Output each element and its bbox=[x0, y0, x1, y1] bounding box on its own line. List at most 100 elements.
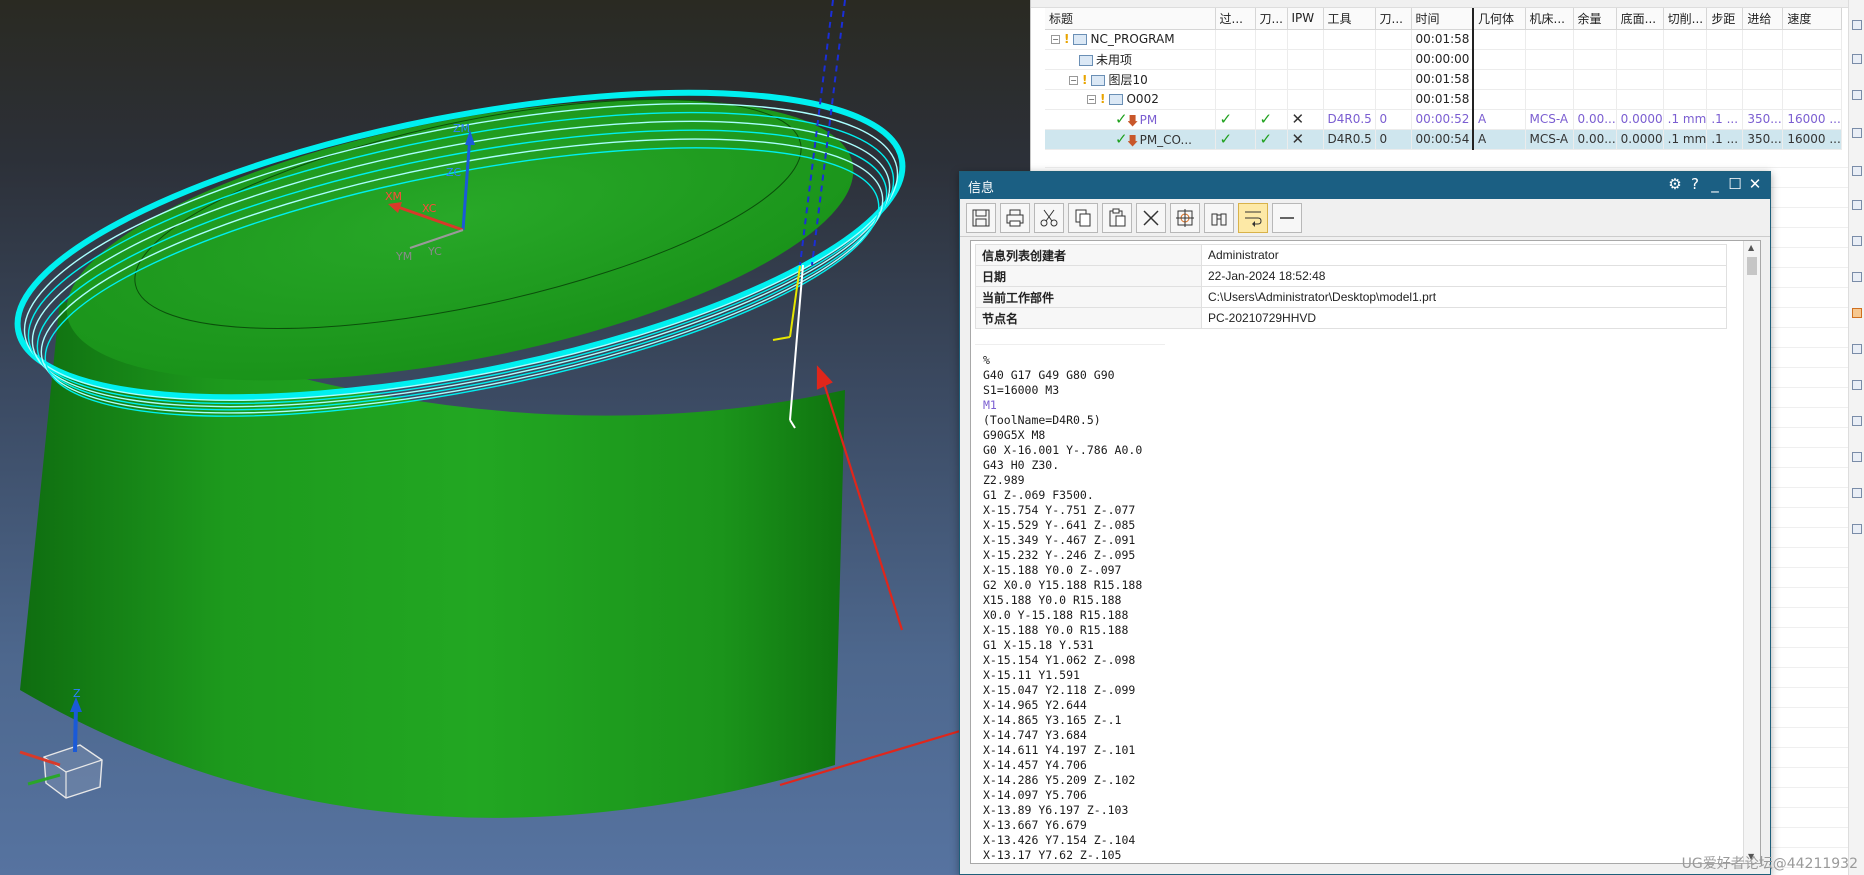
gcode-line: X0.0 Y-15.188 R15.188 bbox=[983, 608, 1129, 622]
row-feed: 350... bbox=[1742, 109, 1784, 130]
col-header-speed[interactable]: 速度 bbox=[1782, 8, 1842, 30]
close-button[interactable]: ✕ bbox=[1746, 175, 1764, 193]
vertical-scrollbar[interactable]: ▲ ▼ bbox=[1743, 241, 1760, 863]
row-name: NC_PROGRAM bbox=[1090, 32, 1175, 46]
row-title: −! 图层10 bbox=[1045, 69, 1216, 90]
graphics-viewport[interactable]: ZM ZC XM XC YM YC Z bbox=[0, 0, 1030, 875]
ops-icon[interactable] bbox=[1852, 524, 1862, 534]
row-step: .1 ... bbox=[1706, 109, 1744, 130]
col-header-stock[interactable]: 余量 bbox=[1573, 8, 1617, 30]
window-titlebar[interactable]: 信息 ⚙ ? _ ☐ ✕ bbox=[960, 172, 1770, 199]
row-time: 00:00:52 bbox=[1411, 109, 1474, 130]
col-header-path[interactable]: 过... bbox=[1215, 8, 1256, 30]
part-navigator-icon[interactable] bbox=[1852, 54, 1862, 64]
minimize-button[interactable]: _ bbox=[1706, 175, 1724, 193]
gcode-line: X-14.286 Y5.209 Z-.102 bbox=[983, 773, 1136, 787]
web-browser-icon[interactable] bbox=[1852, 236, 1862, 246]
col-header-ipw[interactable]: IPW bbox=[1287, 8, 1324, 30]
row-name: PM bbox=[1139, 113, 1158, 127]
assembly-icon[interactable] bbox=[1852, 90, 1862, 100]
gcode-line: X-14.457 Y4.706 bbox=[983, 758, 1087, 772]
window-title: 信息 bbox=[968, 181, 995, 196]
row-time: 00:01:58 bbox=[1411, 29, 1474, 50]
col-header-tool[interactable]: 工具 bbox=[1323, 8, 1376, 30]
info-value: PC-20210729HHVD bbox=[1201, 307, 1727, 329]
path-ok-icon: ✓ bbox=[1219, 130, 1233, 148]
row-stock: 0.00... bbox=[1573, 129, 1617, 150]
scroll-up-icon[interactable]: ▲ bbox=[1748, 243, 1754, 252]
col-header-title[interactable]: 标题 bbox=[1045, 8, 1216, 30]
col-header-feed[interactable]: 进给 bbox=[1742, 8, 1784, 30]
axis-label-yc: YC bbox=[427, 245, 442, 258]
clock-icon[interactable] bbox=[1852, 452, 1862, 462]
machine-tool-icon[interactable] bbox=[1852, 308, 1862, 318]
axis-label-zm: ZM bbox=[453, 122, 470, 135]
col-header-geometry[interactable]: 几何体 bbox=[1473, 8, 1526, 30]
history-icon[interactable] bbox=[1852, 272, 1862, 282]
collapse-icon[interactable]: − bbox=[1087, 95, 1096, 104]
col-header-stepover[interactable]: 步距 bbox=[1706, 8, 1744, 30]
row-floor: 0.0000 bbox=[1616, 109, 1664, 130]
col-header-floor[interactable]: 底面... bbox=[1616, 8, 1664, 30]
gcode-line: X-14.097 Y5.706 bbox=[983, 788, 1087, 802]
table-row-selected[interactable]: ✓ PM_CO... ✓ ✓ ✕ D4R0.5 0 00:00:54 A MCS-… bbox=[1045, 129, 1842, 150]
table-row[interactable]: 未用项 00:00:00 bbox=[1045, 49, 1842, 70]
collapse-icon[interactable]: − bbox=[1069, 75, 1078, 85]
scrollbar-thumb[interactable] bbox=[1747, 257, 1757, 275]
cut-icon[interactable] bbox=[1034, 203, 1064, 233]
point-icon[interactable] bbox=[1170, 203, 1200, 233]
col-header-machine[interactable]: 机床... bbox=[1525, 8, 1574, 30]
collapse-toolbar-icon[interactable] bbox=[1272, 203, 1302, 233]
gcode-line: X15.188 Y0.0 R15.188 bbox=[983, 593, 1122, 607]
find-binoculars-icon[interactable] bbox=[1204, 203, 1234, 233]
row-time: 00:00:54 bbox=[1411, 129, 1474, 150]
maximize-button[interactable]: ☐ bbox=[1726, 175, 1744, 193]
col-header-tool-number[interactable]: 刀... bbox=[1375, 8, 1412, 30]
col-header-tool-status[interactable]: 刀... bbox=[1255, 8, 1288, 30]
information-window[interactable]: 信息 ⚙ ? _ ☐ ✕ 信息列表创建者 Administrator 日期 22-J… bbox=[959, 171, 1771, 875]
gcode-listing[interactable]: % G40 G17 G49 G80 G90 S1=16000 M3 M1 (ToolNa… bbox=[975, 344, 1165, 863]
row-time: 00:01:58 bbox=[1411, 69, 1474, 90]
info-row: 当前工作部件 C:\Users\Administrator\Desktop\mod… bbox=[975, 286, 1727, 308]
word-wrap-icon[interactable] bbox=[1238, 203, 1268, 233]
delete-icon[interactable] bbox=[1136, 203, 1166, 233]
gcode-line: X-14.611 Y4.197 Z-.101 bbox=[983, 743, 1136, 757]
ipw-none-icon: ✕ bbox=[1291, 110, 1305, 128]
gcode-line: X-15.11 Y1.591 bbox=[983, 668, 1080, 682]
row-geometry: A bbox=[1473, 109, 1526, 130]
role-icon[interactable] bbox=[1852, 380, 1862, 390]
gcode-line: G1 X-15.18 Y.531 bbox=[983, 638, 1094, 652]
check-icon: ✓ bbox=[1115, 130, 1128, 148]
layer-icon[interactable] bbox=[1852, 488, 1862, 498]
table-row[interactable]: −! 图层10 00:01:58 bbox=[1045, 69, 1842, 90]
constraint-icon[interactable] bbox=[1852, 128, 1862, 138]
settings-icon[interactable]: ⚙ bbox=[1666, 175, 1684, 193]
gcode-line: X-13.426 Y7.154 Z-.104 bbox=[983, 833, 1136, 847]
row-tool-number: 0 bbox=[1375, 129, 1412, 150]
system-scene-icon[interactable] bbox=[1852, 416, 1862, 426]
info-key: 节点名 bbox=[975, 307, 1202, 329]
reuse-library-icon[interactable] bbox=[1852, 166, 1862, 176]
watermark-text: UG爱好者论坛@44211932 bbox=[1681, 856, 1858, 872]
gcode-line: G90G5X M8 bbox=[983, 428, 1046, 442]
col-header-cut-depth[interactable]: 切削... bbox=[1663, 8, 1708, 30]
paste-icon[interactable] bbox=[1102, 203, 1132, 233]
folder-icon bbox=[1079, 54, 1093, 66]
check-icon: ✓ bbox=[1115, 110, 1128, 128]
table-row[interactable]: −! NC_PROGRAM 00:01:58 bbox=[1045, 29, 1842, 50]
table-row[interactable]: ✓ PM ✓ ✓ ✕ D4R0.5 0 00:00:52 A MCS-A 0.00… bbox=[1045, 109, 1842, 130]
help-icon[interactable]: ? bbox=[1686, 175, 1704, 193]
collapse-icon[interactable]: − bbox=[1051, 35, 1060, 44]
gcode-line: X-15.232 Y-.246 Z-.095 bbox=[983, 548, 1136, 562]
process-icon[interactable] bbox=[1852, 344, 1862, 354]
navigator-icon[interactable] bbox=[1852, 20, 1862, 30]
save-icon[interactable] bbox=[966, 203, 996, 233]
table-row[interactable]: −! O002 00:01:58 bbox=[1045, 89, 1842, 110]
row-stock: 0.00... bbox=[1573, 109, 1617, 130]
col-header-time[interactable]: 时间 bbox=[1411, 8, 1474, 30]
information-content[interactable]: 信息列表创建者 Administrator 日期 22-Jan-2024 18:52… bbox=[970, 240, 1761, 864]
hd3d-icon[interactable] bbox=[1852, 200, 1862, 210]
triad-label-z: Z bbox=[73, 687, 81, 700]
copy-icon[interactable] bbox=[1068, 203, 1098, 233]
print-icon[interactable] bbox=[1000, 203, 1030, 233]
